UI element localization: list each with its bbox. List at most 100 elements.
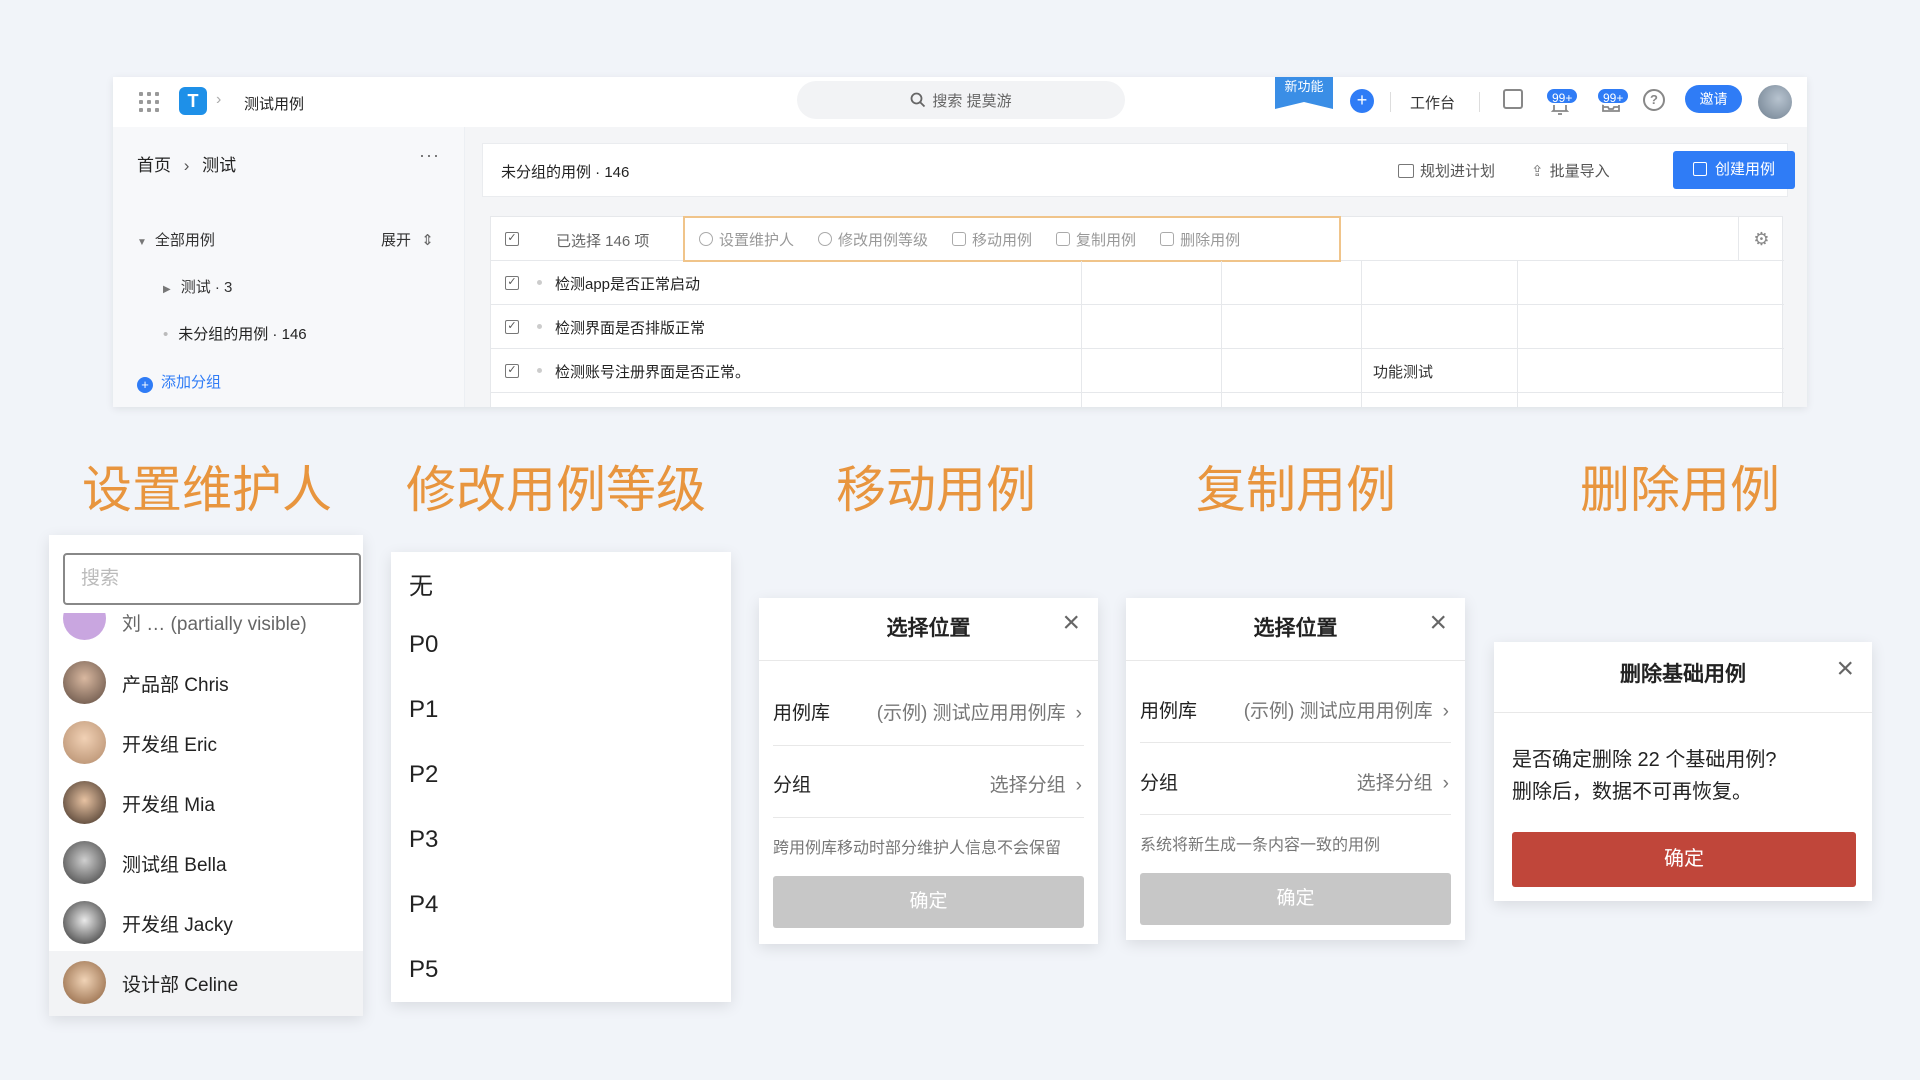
avatar <box>63 781 106 824</box>
row-checkbox[interactable]: ✓ <box>505 320 519 334</box>
level-option[interactable]: P3 <box>409 826 438 854</box>
action-label: 移动用例 <box>972 231 1033 249</box>
list-title: 未分组的用例 · 146 <box>501 164 630 181</box>
main-content: 未分组的用例 · 146 规划进计划 ⇪ 批量导入 创建用例 ✓ 已选择 146 … <box>465 127 1807 407</box>
gear-icon[interactable]: ⚙ <box>1738 217 1784 261</box>
avatar <box>63 661 106 704</box>
tree-item-label: 未分组的用例 · 146 <box>178 326 307 343</box>
column-divider <box>1221 261 1222 407</box>
caption-move: 移动用例 <box>836 462 1036 518</box>
bulk-action-toolbar: 设置维护人 修改用例等级 移动用例 复制用例 删除用例 <box>683 216 1341 262</box>
create-icon <box>1692 162 1707 176</box>
app-window: T › 测试用例 搜索 提莫游 新功能 + 工作台 99+ 99+ ? 邀请 首… <box>113 77 1807 407</box>
level-picker: 无 P0 P1 P2 P3 P4 P5 <box>391 552 731 1002</box>
batch-import-button[interactable]: ⇪ 批量导入 <box>1531 160 1610 181</box>
level-option[interactable]: P5 <box>409 956 438 984</box>
confirm-button[interactable]: 确定 <box>773 876 1084 928</box>
confirm-delete-button[interactable]: 确定 <box>1512 832 1856 887</box>
list-item[interactable]: 开发组 Jacky <box>49 891 363 951</box>
select-all-checkbox[interactable]: ✓ <box>505 232 519 246</box>
notification-badge: 99+ <box>1545 87 1580 105</box>
tree-all-cases[interactable]: ▼ 全部用例 <box>137 229 215 250</box>
tree-item-ungrouped[interactable]: • 未分组的用例 · 146 <box>163 323 307 344</box>
case-type: 功能测试 <box>1373 364 1434 381</box>
create-label: 创建用例 <box>1714 161 1775 178</box>
app-grid-icon[interactable] <box>139 92 159 112</box>
group-select[interactable]: 选择分组 › <box>990 770 1082 797</box>
expand-toggle[interactable]: 展开 ⇕ <box>381 229 434 250</box>
chevron-right-icon: › <box>1442 773 1449 794</box>
column-divider <box>1517 261 1518 407</box>
plan-icon <box>1398 164 1414 178</box>
case-name[interactable]: 检测账号注册界面是否正常。 <box>555 361 750 382</box>
list-item[interactable]: 开发组 Eric <box>49 711 363 771</box>
dialog-title: 选择位置 <box>886 617 971 640</box>
action-label: 设置维护人 <box>719 231 795 249</box>
chevron-right-icon: › <box>1442 701 1449 722</box>
close-icon[interactable]: × <box>1836 654 1854 684</box>
action-label: 修改用例等级 <box>838 231 929 249</box>
more-icon[interactable]: ··· <box>419 145 440 166</box>
sidebar: 首页 › 测试 ··· ▼ 全部用例 展开 ⇕ ▶ 测试 · 3 • 未分组的用例 ·… <box>113 127 465 407</box>
user-avatar[interactable] <box>1758 85 1792 119</box>
list-item[interactable]: 设计部 Celine <box>49 951 363 1016</box>
level-option[interactable]: P1 <box>409 696 438 724</box>
change-level-action[interactable]: 修改用例等级 <box>818 229 928 250</box>
global-search[interactable]: 搜索 提莫游 <box>797 81 1125 119</box>
top-bar: T › 测试用例 搜索 提莫游 新功能 + 工作台 99+ 99+ ? 邀请 <box>113 77 1807 127</box>
close-icon[interactable]: × <box>1429 608 1447 638</box>
table-row[interactable]: ✓ 检测app是否正常启动 <box>491 261 1784 305</box>
avatar <box>63 613 106 640</box>
case-name[interactable]: 检测app是否正常启动 <box>555 273 700 294</box>
level-option[interactable]: P2 <box>409 761 438 789</box>
help-icon[interactable]: ? <box>1643 89 1665 111</box>
breadcrumb-home[interactable]: 首页 <box>137 156 171 175</box>
table-row[interactable]: ✓ 检测界面是否排版正常 <box>491 305 1784 349</box>
move-case-action[interactable]: 移动用例 <box>952 229 1032 250</box>
create-case-button[interactable]: 创建用例 <box>1673 151 1795 189</box>
confirm-button[interactable]: 确定 <box>1140 873 1451 925</box>
divider <box>773 817 1084 818</box>
caret-right-icon: ▶ <box>163 284 171 295</box>
divider <box>1390 92 1391 112</box>
delete-case-action[interactable]: 删除用例 <box>1160 229 1240 250</box>
level-option[interactable]: P4 <box>409 891 438 919</box>
case-name[interactable]: 检测界面是否排版正常 <box>555 317 705 338</box>
level-option[interactable]: 无 <box>409 566 433 601</box>
move-dialog: 选择位置 × 用例库 (示例) 测试应用用例库 › 分组 选择分组 › 跨用例库移动… <box>759 598 1098 944</box>
row-checkbox[interactable]: ✓ <box>505 276 519 290</box>
group-value: 选择分组 <box>989 775 1066 796</box>
table-row[interactable]: ✓ 检测账号注册界面是否正常。 功能测试 <box>491 349 1784 393</box>
add-icon[interactable]: + <box>1350 89 1374 113</box>
global-search-placeholder: 搜索 提莫游 <box>932 92 1012 110</box>
workbench-link[interactable]: 工作台 <box>1410 92 1455 113</box>
list-item[interactable]: 测试组 Bella <box>49 831 363 891</box>
message-button[interactable]: 99+ <box>1596 87 1631 117</box>
chevron-up-down-icon: ⇕ <box>421 232 434 249</box>
dialog-title: 选择位置 <box>1253 617 1338 640</box>
group-select[interactable]: 选择分组 › <box>1357 768 1449 795</box>
notification-button[interactable]: 99+ <box>1545 87 1580 117</box>
calendar-icon[interactable] <box>1503 89 1523 109</box>
tree-item-test[interactable]: ▶ 测试 · 3 <box>163 276 232 297</box>
user-name: 开发组 Eric <box>122 735 218 756</box>
library-select[interactable]: (示例) 测试应用用例库 › <box>1244 696 1449 723</box>
new-feature-ribbon[interactable]: 新功能 <box>1275 77 1333 109</box>
set-maintainer-action[interactable]: 设置维护人 <box>699 229 794 250</box>
close-icon[interactable]: × <box>1062 608 1080 638</box>
row-checkbox[interactable]: ✓ <box>505 364 519 378</box>
chevron-right-icon: › <box>1075 775 1082 796</box>
list-item[interactable]: 刘 … (partially visible) <box>49 613 363 641</box>
list-item[interactable]: 产品部 Chris <box>49 651 363 711</box>
plan-button[interactable]: 规划进计划 <box>1398 160 1495 181</box>
library-select[interactable]: (示例) 测试应用用例库 › <box>877 698 1082 725</box>
level-option[interactable]: P0 <box>409 631 438 659</box>
product-logo-icon[interactable]: T <box>179 87 207 115</box>
user-name: 测试组 Bella <box>122 855 227 876</box>
invite-button[interactable]: 邀请 <box>1685 85 1742 113</box>
maintainer-search-input[interactable]: 搜索 <box>63 553 361 605</box>
copy-case-action[interactable]: 复制用例 <box>1056 229 1136 250</box>
list-item[interactable]: 开发组 Mia <box>49 771 363 831</box>
add-group-button[interactable]: + 添加分组 <box>137 371 221 393</box>
chevron-right-icon: › <box>183 156 190 175</box>
